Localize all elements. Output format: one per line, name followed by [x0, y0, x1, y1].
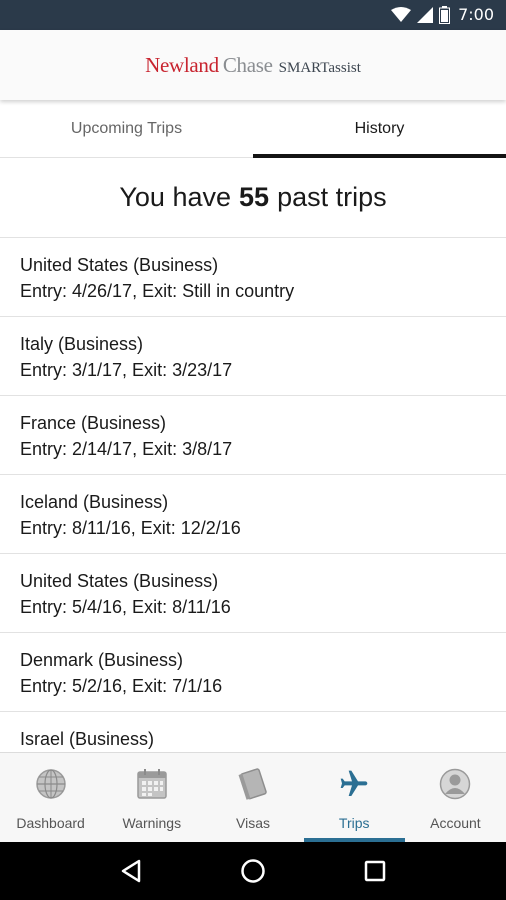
trip-country: Denmark (Business): [20, 650, 184, 670]
nav-label: Dashboard: [16, 815, 85, 831]
logo-newland: Newland: [145, 52, 219, 77]
nav-account[interactable]: Account: [405, 753, 506, 842]
nav-dashboard[interactable]: Dashboard: [0, 753, 101, 842]
trip-dates: Entry: 3/1/17, Exit: 3/23/17: [20, 360, 233, 380]
battery-icon: [439, 5, 451, 24]
logo-smartassist: SMARTassist: [278, 59, 361, 76]
trip-dates: Entry: 2/14/17, Exit: 3/8/17: [20, 439, 233, 459]
app-header: Newland Chase SMARTassist: [0, 30, 506, 100]
summary-suffix: past trips: [277, 182, 387, 212]
wifi-icon: [391, 6, 412, 22]
nav-label: Visas: [236, 815, 270, 831]
recents-icon: [364, 860, 386, 882]
tab-bar: Upcoming Trips History: [0, 100, 506, 158]
signal-icon: [417, 6, 434, 23]
tab-history[interactable]: History: [253, 100, 506, 158]
user-icon: [438, 767, 472, 801]
summary-count: 55: [239, 182, 270, 212]
nav-visas[interactable]: Visas: [202, 753, 303, 842]
list-item[interactable]: Denmark (Business) Entry: 5/2/16, Exit: …: [0, 633, 506, 712]
list-item[interactable]: Iceland (Business) Entry: 8/11/16, Exit:…: [0, 475, 506, 554]
trip-country: Italy (Business): [20, 334, 144, 354]
trip-country: Iceland (Business): [20, 492, 169, 512]
list-item[interactable]: United States (Business) Entry: 4/26/17,…: [0, 238, 506, 317]
trip-dates: Entry: 8/11/16, Exit: 12/2/16: [20, 518, 241, 538]
list-item[interactable]: France (Business) Entry: 2/14/17, Exit: …: [0, 396, 506, 475]
nav-warnings[interactable]: Warnings: [101, 753, 202, 842]
globe-icon: [34, 767, 68, 801]
trip-country: France (Business): [20, 413, 167, 433]
bottom-nav: Dashboard Warnings Visas Trips Account: [0, 752, 506, 842]
status-bar: 7:00: [0, 0, 506, 30]
status-icons: 7:00: [391, 5, 494, 24]
trip-country: United States (Business): [20, 255, 219, 275]
nav-label: Warnings: [122, 815, 182, 831]
nav-trips[interactable]: Trips: [303, 753, 406, 842]
trip-country: United States (Business): [20, 571, 219, 591]
list-item[interactable]: Israel (Business): [0, 712, 506, 752]
trip-country: Israel (Business): [20, 729, 155, 749]
nav-label: Trips: [338, 815, 370, 831]
recents-button[interactable]: [355, 851, 395, 891]
calendar-icon: [135, 767, 169, 801]
list-item[interactable]: Italy (Business) Entry: 3/1/17, Exit: 3/…: [0, 317, 506, 396]
trip-dates: Entry: 5/4/16, Exit: 8/11/16: [20, 597, 231, 617]
passport-icon: [236, 767, 270, 801]
home-icon: [241, 859, 265, 883]
trip-dates: Entry: 4/26/17, Exit: Still in country: [20, 281, 295, 301]
home-button[interactable]: [233, 851, 273, 891]
trip-list: United States (Business) Entry: 4/26/17,…: [0, 238, 506, 752]
status-time: 7:00: [458, 5, 494, 24]
system-nav-bar: [0, 842, 506, 900]
tab-upcoming-trips[interactable]: Upcoming Trips: [0, 100, 253, 157]
back-icon: [121, 859, 141, 883]
list-item[interactable]: United States (Business) Entry: 5/4/16, …: [0, 554, 506, 633]
logo-chase: Chase: [222, 52, 273, 77]
app-logo: Newland Chase SMARTassist: [145, 53, 361, 78]
back-button[interactable]: [111, 851, 151, 891]
trips-summary: You have 55 past trips: [0, 158, 506, 238]
nav-label: Account: [430, 815, 481, 831]
trip-dates: Entry: 5/2/16, Exit: 7/1/16: [20, 676, 223, 696]
airplane-icon: [337, 767, 371, 801]
summary-prefix: You have: [119, 182, 232, 212]
